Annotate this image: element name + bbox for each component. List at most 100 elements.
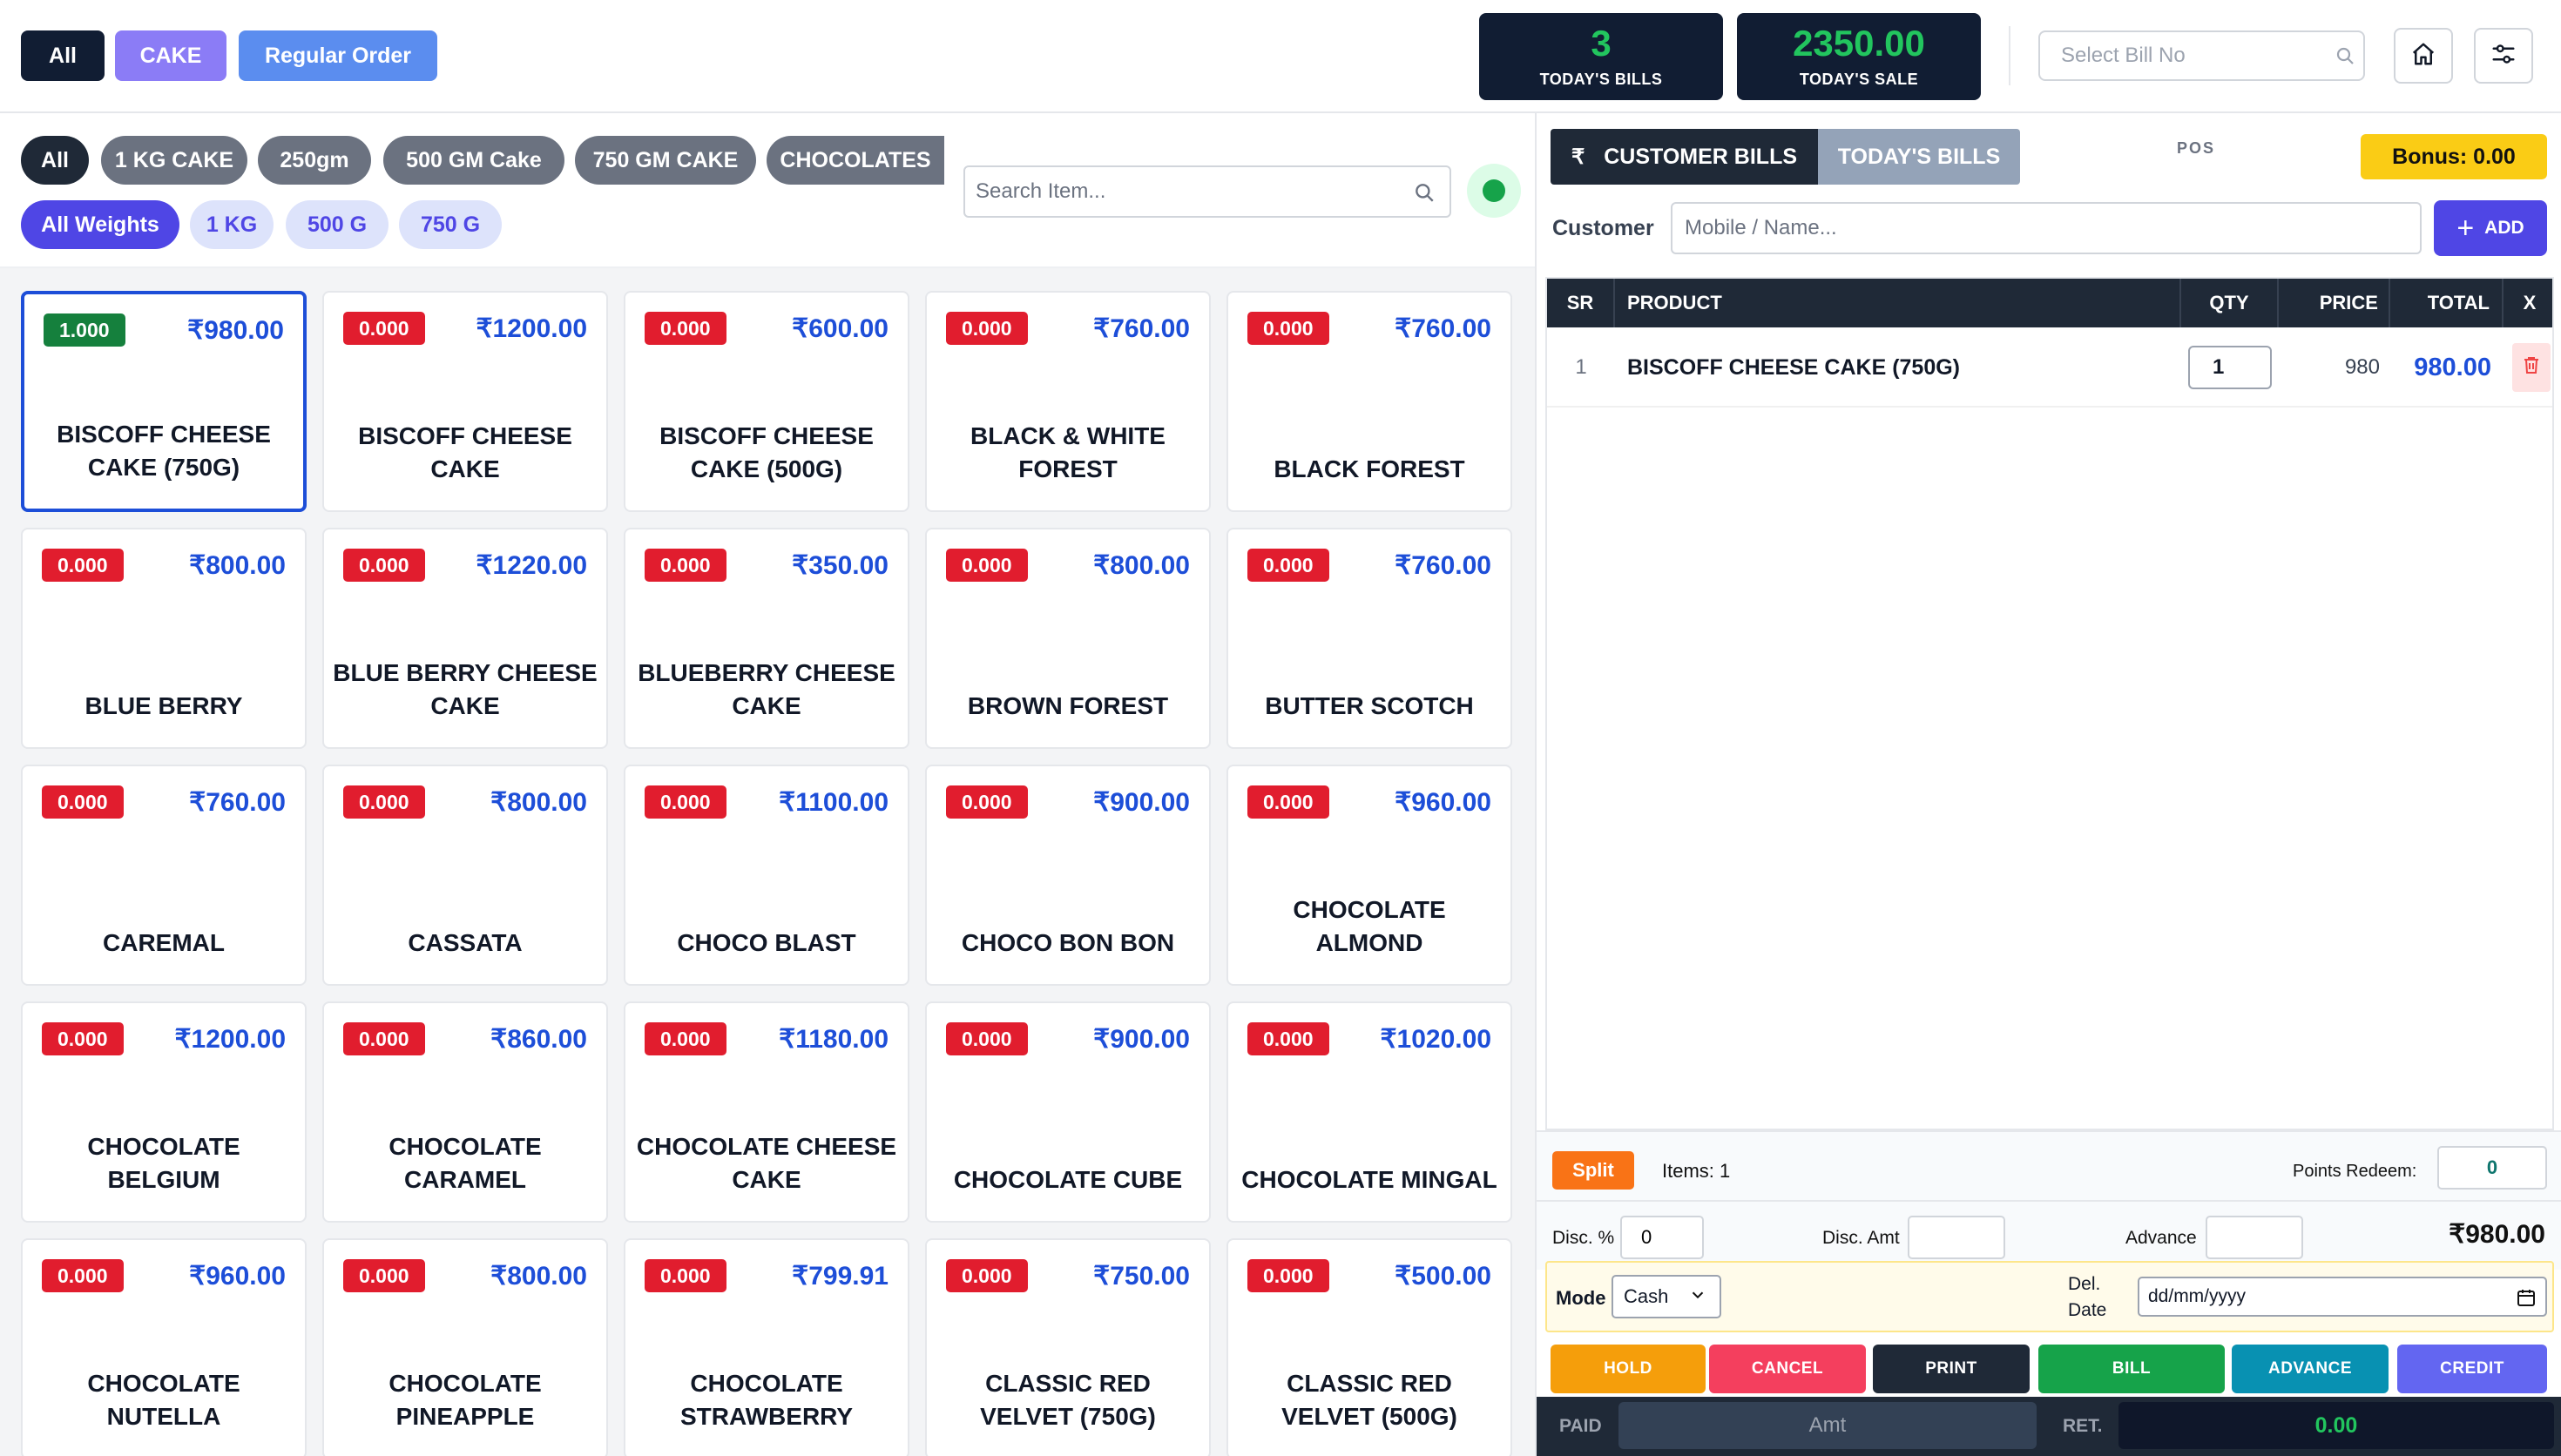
column-header-remove: X [2523, 292, 2537, 313]
product-card[interactable]: 0.000 ₹1180.00 CHOCOLATE CHEESE CAKE [624, 1001, 909, 1223]
product-card[interactable]: 0.000 ₹1220.00 BLUE BERRY CHEESE CAKE [322, 528, 608, 749]
hold-button[interactable]: HOLD [1551, 1345, 1706, 1393]
bill-summary-row: Split Items: 1 Points Redeem: [1537, 1130, 2561, 1200]
sliders-icon [2490, 41, 2517, 71]
product-price: ₹350.00 [792, 551, 889, 580]
tab-todays-bills[interactable]: TODAY'S BILLS [1818, 129, 2020, 185]
product-price: ₹1200.00 [174, 1025, 286, 1054]
disc-pct-label: Disc. % [1552, 1228, 1615, 1248]
category-chip-1-kg-cake[interactable]: 1 KG CAKE [101, 136, 247, 185]
header-divider [2009, 26, 2010, 85]
product-qty-badge: 0.000 [946, 1022, 1028, 1055]
order-tab-regular-order[interactable]: Regular Order [239, 30, 437, 81]
product-name: CHOCOLATE BELGIUM [87, 1133, 240, 1193]
order-tab-all[interactable]: All [21, 30, 105, 81]
product-qty-badge: 0.000 [343, 549, 425, 582]
rupee-icon: ₹ [1571, 145, 1585, 169]
product-grid: 1.000 ₹980.00 BISCOFF CHEESE CAKE (750G) 0.… [0, 268, 1535, 1456]
bill-no-search-input[interactable] [2038, 30, 2365, 81]
points-redeem-input[interactable] [2437, 1146, 2547, 1190]
bill-items-table: SR PRODUCT QTY PRICE TOTAL X 1 BISCOFF CH… [1545, 277, 2554, 1130]
bill-table-header: SR PRODUCT QTY PRICE TOTAL X [1547, 279, 2552, 327]
product-card[interactable]: 0.000 ₹860.00 CHOCOLATE CARAMEL [322, 1001, 608, 1223]
bill-row-qty-input[interactable]: 1 [2188, 346, 2272, 389]
weight-chip-all-weights[interactable]: All Weights [21, 200, 179, 249]
todays-bills-stat: 3 TODAY'S BILLS [1479, 13, 1723, 100]
product-price: ₹750.00 [1093, 1262, 1190, 1291]
bill-row-delete-button[interactable] [2512, 343, 2551, 392]
product-card[interactable]: 0.000 ₹900.00 CHOCO BON BON [925, 765, 1211, 986]
product-card[interactable]: 0.000 ₹1020.00 CHOCOLATE MINGAL [1226, 1001, 1512, 1223]
product-card[interactable]: 0.000 ₹760.00 CAREMAL [21, 765, 307, 986]
todays-bills-label: TODAY'S BILLS [1539, 70, 1663, 88]
home-button[interactable] [2394, 28, 2453, 84]
product-card[interactable]: 0.000 ₹750.00 CLASSIC RED VELVET (750G) [925, 1238, 1211, 1456]
product-card[interactable]: 0.000 ₹800.00 BROWN FOREST [925, 528, 1211, 749]
todays-sale-label: TODAY'S SALE [1799, 70, 1919, 88]
product-card[interactable]: 0.000 ₹800.00 CHOCOLATE PINEAPPLE [322, 1238, 608, 1456]
category-chip-500-gm-cake[interactable]: 500 GM Cake [383, 136, 564, 185]
customer-label: Customer [1552, 216, 1654, 240]
category-chip-750-gm-cake[interactable]: 750 GM CAKE [575, 136, 756, 185]
advance-button[interactable]: ADVANCE [2232, 1345, 2389, 1393]
weight-chip-500-g[interactable]: 500 G [286, 200, 389, 249]
item-search-input[interactable] [963, 165, 1451, 218]
product-card[interactable]: 0.000 ₹960.00 CHOCOLATE ALMOND [1226, 765, 1512, 986]
advance-input[interactable] [2206, 1216, 2303, 1259]
product-name: BLACK & WHITE FOREST [970, 422, 1166, 482]
cancel-button[interactable]: CANCEL [1709, 1345, 1866, 1393]
product-card[interactable]: 0.000 ₹800.00 BLUE BERRY [21, 528, 307, 749]
bill-button[interactable]: BILL [2038, 1345, 2225, 1393]
product-card[interactable]: 0.000 ₹799.91 CHOCOLATE STRAWBERRY [624, 1238, 909, 1456]
product-price: ₹980.00 [187, 316, 284, 345]
product-qty-badge: 0.000 [42, 1022, 124, 1055]
disc-amt-label: Disc. Amt [1822, 1228, 1900, 1248]
credit-button[interactable]: CREDIT [2397, 1345, 2547, 1393]
delivery-date-input[interactable]: dd/mm/yyyy [2138, 1277, 2547, 1317]
product-card[interactable]: 0.000 ₹350.00 BLUEBERRY CHEESE CAKE [624, 528, 909, 749]
product-name: BISCOFF CHEESE CAKE (500G) [659, 422, 874, 482]
product-qty-badge: 0.000 [42, 1259, 124, 1292]
category-chip-all[interactable]: All [21, 136, 89, 185]
product-card[interactable]: 0.000 ₹1100.00 CHOCO BLAST [624, 765, 909, 986]
product-card[interactable]: 0.000 ₹600.00 BISCOFF CHEESE CAKE (500G) [624, 291, 909, 512]
order-tab-cake[interactable]: CAKE [115, 30, 226, 81]
product-card[interactable]: 0.000 ₹760.00 BLACK & WHITE FOREST [925, 291, 1211, 512]
calendar-icon[interactable] [2516, 1287, 2537, 1313]
product-card[interactable]: 0.000 ₹1200.00 CHOCOLATE BELGIUM [21, 1001, 307, 1223]
product-price: ₹800.00 [189, 551, 286, 580]
product-card[interactable]: 0.000 ₹760.00 BLACK FOREST [1226, 291, 1512, 512]
customer-search-input[interactable] [1671, 202, 2422, 254]
product-card[interactable]: 0.000 ₹960.00 CHOCOLATE NUTELLA [21, 1238, 307, 1456]
product-price: ₹960.00 [1395, 788, 1491, 817]
payment-mode-row: Mode Cash Del. Date dd/mm/yyyy [1545, 1261, 2554, 1332]
weight-chip-1-kg[interactable]: 1 KG [190, 200, 274, 249]
print-button[interactable]: PRINT [1873, 1345, 2030, 1393]
product-card[interactable]: 0.000 ₹800.00 CASSATA [322, 765, 608, 986]
bill-row: 1 BISCOFF CHEESE CAKE (750G) 1 980 980.00 [1547, 327, 2552, 408]
tab-customer-bills[interactable]: ₹ CUSTOMER BILLS [1551, 129, 1818, 185]
product-price: ₹1200.00 [476, 314, 587, 343]
weight-chip-750-g[interactable]: 750 G [399, 200, 502, 249]
product-price: ₹960.00 [189, 1262, 286, 1291]
add-customer-button[interactable]: + ADD [2434, 200, 2547, 256]
disc-pct-input[interactable] [1620, 1216, 1704, 1259]
online-status-indicator [1467, 164, 1521, 218]
split-button[interactable]: Split [1552, 1151, 1634, 1190]
category-chip-250gm[interactable]: 250gm [258, 136, 371, 185]
product-price: ₹1180.00 [779, 1025, 889, 1054]
product-card[interactable]: 0.000 ₹760.00 BUTTER SCOTCH [1226, 528, 1512, 749]
product-price: ₹600.00 [792, 314, 889, 343]
product-qty-badge: 0.000 [1247, 1022, 1329, 1055]
column-header-qty: QTY [2181, 279, 2279, 327]
bonus-badge: Bonus: 0.00 [2361, 134, 2547, 179]
product-card[interactable]: 0.000 ₹900.00 CHOCOLATE CUBE [925, 1001, 1211, 1223]
product-card[interactable]: 0.000 ₹1200.00 BISCOFF CHEESE CAKE [322, 291, 608, 512]
settings-button[interactable] [2474, 28, 2533, 84]
disc-amt-input[interactable] [1908, 1216, 2005, 1259]
paid-amount-input[interactable] [1618, 1402, 2037, 1449]
product-card[interactable]: 0.000 ₹500.00 CLASSIC RED VELVET (500G) [1226, 1238, 1512, 1456]
product-card[interactable]: 1.000 ₹980.00 BISCOFF CHEESE CAKE (750G) [21, 291, 307, 512]
category-chip-chocolates[interactable]: CHOCOLATES [767, 136, 944, 185]
payment-mode-select[interactable]: Cash [1612, 1275, 1721, 1318]
